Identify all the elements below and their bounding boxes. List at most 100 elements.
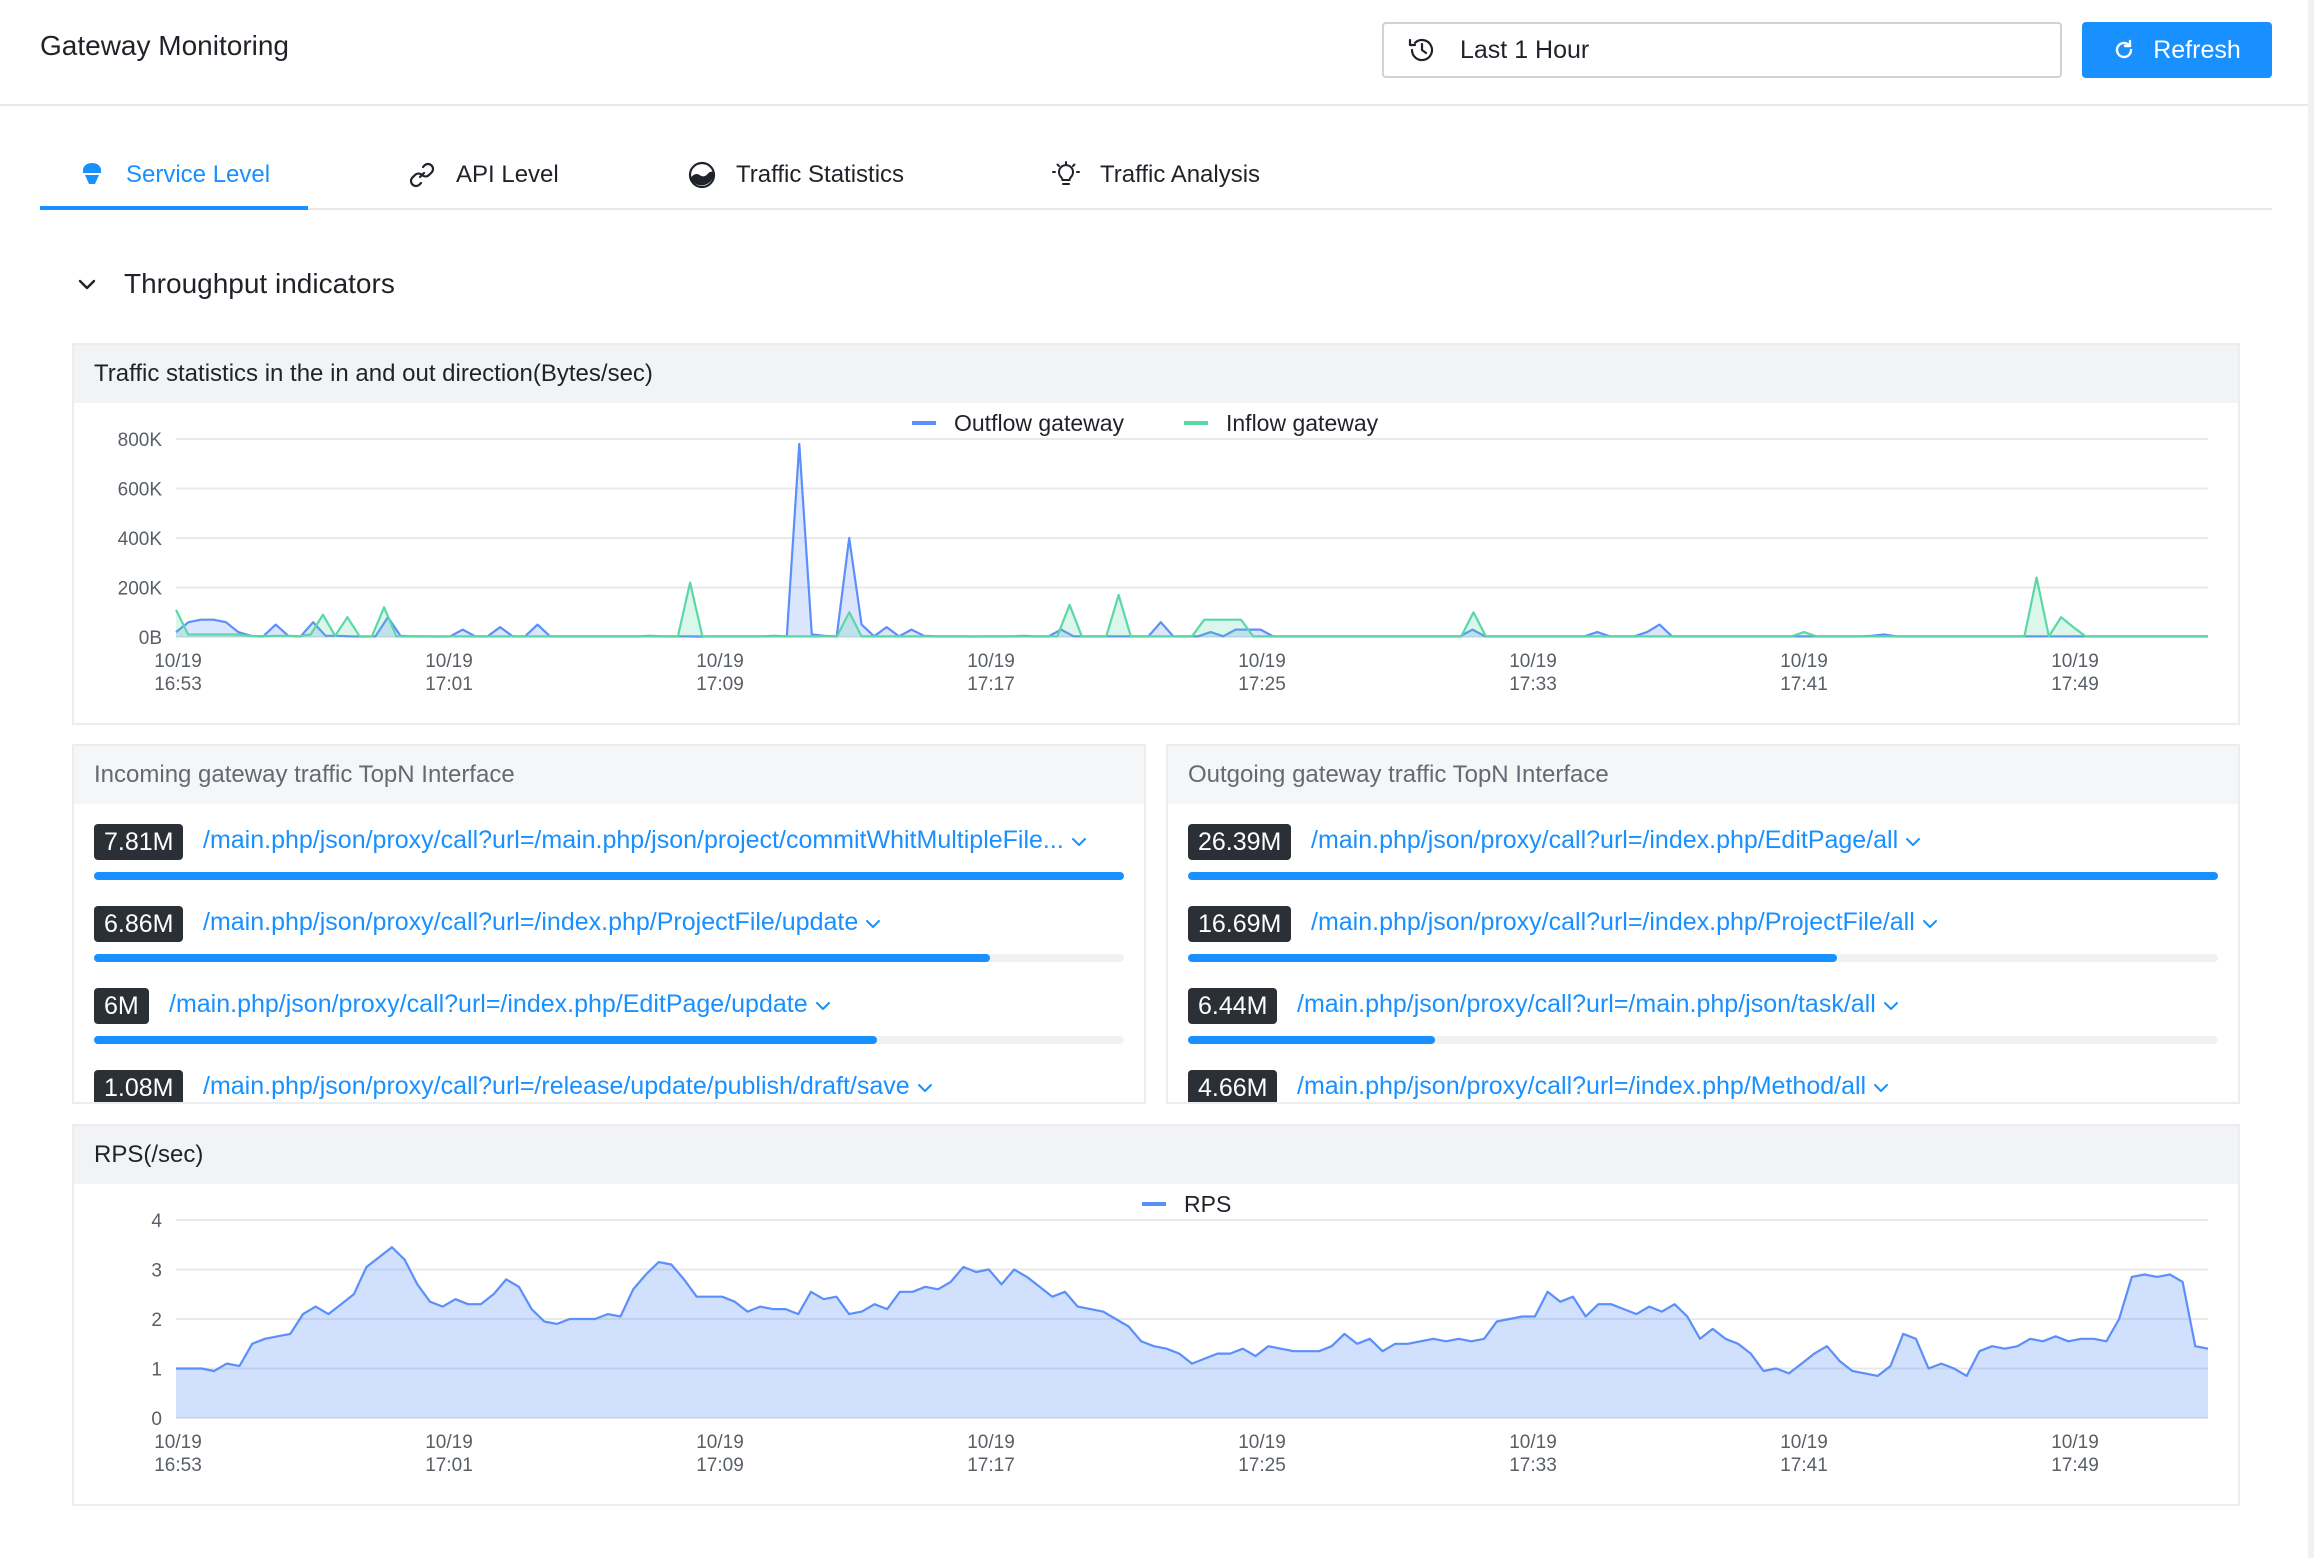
series-area <box>176 1247 2208 1418</box>
throughput-section-toggle[interactable]: Throughput indicators <box>74 268 395 300</box>
panel-title: Outgoing gateway traffic TopN Interface <box>1168 746 2238 804</box>
traffic-bar-track <box>94 954 1124 962</box>
panel-title: Traffic statistics in the in and out dir… <box>74 345 2238 403</box>
x-tick-label: 10/19 17:25 <box>1238 1432 1286 1476</box>
traffic-value-badge: 6M <box>94 988 149 1024</box>
tab-label: Traffic Statistics <box>736 161 905 188</box>
x-tick-label: 10/19 17:17 <box>967 651 1015 695</box>
series-line <box>175 576 2208 638</box>
legend-label[interactable]: Outflow gateway <box>954 410 1125 436</box>
interface-path-link[interactable]: /main.php/json/proxy/call?url=/index.php… <box>203 908 882 937</box>
outgoing-row: 4.66M/main.php/json/proxy/call?url=/inde… <box>1188 1070 2218 1102</box>
rps-panel: RPS(/sec) 0 1 2 3 4 10/19 16:53 10/19 17:01 10/19… <box>72 1124 2240 1506</box>
outgoing-topn-list: 26.39M/main.php/json/proxy/call?url=/ind… <box>1168 806 2238 1102</box>
outgoing-row: 6.44M/main.php/json/proxy/call?url=/main… <box>1188 988 2218 1070</box>
x-tick-label: 10/19 17:33 <box>1509 651 1557 695</box>
gauge-icon <box>688 161 716 189</box>
top-header: Gateway Monitoring Last 1 Hour Refresh <box>0 0 2314 106</box>
traffic-bar-fill <box>94 1036 877 1044</box>
chevron-down-icon <box>1874 1084 1889 1092</box>
y-tick-label: 1 <box>151 1360 162 1381</box>
interface-path-link[interactable]: /main.php/json/proxy/call?url=/index.php… <box>169 990 832 1019</box>
outgoing-row: 26.39M/main.php/json/proxy/call?url=/ind… <box>1188 824 2218 906</box>
time-range-select[interactable]: Last 1 Hour <box>1382 22 2062 78</box>
gateway-monitoring-page: Gateway Monitoring Last 1 Hour Refresh S <box>0 0 2314 1558</box>
incoming-row: 1.08M/main.php/json/proxy/call?url=/rele… <box>94 1070 1124 1102</box>
interface-path-text: /main.php/json/proxy/call?url=/index.php… <box>1297 1072 1867 1100</box>
x-tick-label: 10/19 17:41 <box>1780 1432 1828 1476</box>
y-tick-label: 600K <box>118 480 163 501</box>
chevron-down-icon <box>1071 838 1086 846</box>
panel-title: RPS(/sec) <box>74 1126 2238 1184</box>
traffic-bar-fill <box>1188 954 1837 962</box>
time-range-value: Last 1 Hour <box>1460 35 1590 64</box>
interface-path-text: /main.php/json/proxy/call?url=/index.php… <box>169 990 808 1018</box>
tab-label: API Level <box>456 161 559 188</box>
interface-path-link[interactable]: /main.php/json/proxy/call?url=/main.php/… <box>203 826 1088 855</box>
interface-path-text: /main.php/json/proxy/call?url=/index.php… <box>1311 908 1915 936</box>
incoming-topn-list: 7.81M/main.php/json/proxy/call?url=/main… <box>74 806 1144 1102</box>
x-tick-label: 10/19 17:17 <box>967 1432 1015 1476</box>
y-tick-label: 800K <box>118 430 163 451</box>
traffic-bar-track <box>1188 1036 2218 1044</box>
chevron-down-icon <box>815 1002 830 1010</box>
chevron-down-icon <box>1883 1002 1898 1010</box>
interface-path-text: /main.php/json/proxy/call?url=/main.php/… <box>203 826 1064 854</box>
interface-path-link[interactable]: /main.php/json/proxy/call?url=/release/u… <box>203 1072 934 1101</box>
tab-api-level[interactable]: API Level <box>406 140 559 210</box>
traffic-value-badge: 4.66M <box>1188 1070 1278 1102</box>
interface-path-text: /main.php/json/proxy/call?url=/index.php… <box>203 908 859 936</box>
x-tick-label: 10/19 16:53 <box>154 1432 202 1476</box>
traffic-bar-fill <box>94 954 991 962</box>
app-title: Gateway Monitoring <box>40 30 290 61</box>
tab-label: Traffic Analysis <box>1100 161 1261 188</box>
outgoing-row: 16.69M/main.php/json/proxy/call?url=/ind… <box>1188 906 2218 988</box>
y-tick-label: 3 <box>151 1261 162 1282</box>
y-tick-label: 400K <box>118 529 163 550</box>
interface-path-link[interactable]: /main.php/json/proxy/call?url=/index.php… <box>1311 908 1939 937</box>
legend-label[interactable]: Inflow gateway <box>1226 410 1379 436</box>
legend-label[interactable]: RPS <box>1184 1191 1231 1217</box>
traffic-chart: 0B 200K 400K 600K 800K 10/19 16:53 10/19 17:01 10… <box>118 410 2208 695</box>
series-line <box>175 442 2208 638</box>
x-tick-label: 10/19 17:41 <box>1780 651 1828 695</box>
tab-traffic-statistics[interactable]: Traffic Statistics <box>686 140 904 210</box>
traffic-value-badge: 6.86M <box>94 906 184 942</box>
interface-path-link[interactable]: /main.php/json/proxy/call?url=/index.php… <box>1297 1072 1890 1101</box>
traffic-value-badge: 6.44M <box>1188 988 1278 1024</box>
interface-path-link[interactable]: /main.php/json/proxy/call?url=/main.php/… <box>1297 990 1900 1019</box>
y-tick-label: 0B <box>139 628 162 649</box>
x-tick-label: 10/19 16:53 <box>154 651 202 695</box>
incoming-row: 6.86M/main.php/json/proxy/call?url=/inde… <box>94 906 1124 988</box>
interface-path-link[interactable]: /main.php/json/proxy/call?url=/index.php… <box>1311 826 1922 855</box>
y-tick-label: 0 <box>151 1409 162 1430</box>
tab-traffic-analysis[interactable]: Traffic Analysis <box>1050 140 1260 210</box>
traffic-bar-fill <box>1188 872 2218 880</box>
x-tick-label: 10/19 17:49 <box>2051 651 2099 695</box>
traffic-bar-fill <box>94 872 1124 880</box>
refresh-icon <box>2116 39 2133 59</box>
active-tab-indicator <box>40 206 308 210</box>
tab-service-level[interactable]: Service Level <box>76 140 270 210</box>
traffic-value-badge: 1.08M <box>94 1070 184 1102</box>
x-tick-label: 10/19 17:01 <box>425 1432 473 1476</box>
incoming-topn-panel: Incoming gateway traffic TopN Interface … <box>72 744 1146 1104</box>
chevron-down-icon <box>917 1084 932 1092</box>
service-level-icon <box>83 163 101 184</box>
traffic-value-badge: 16.69M <box>1188 906 1292 942</box>
history-icon <box>1408 38 1434 62</box>
x-tick-label: 10/19 17:49 <box>2051 1432 2099 1476</box>
interface-path-text: /main.php/json/proxy/call?url=/main.php/… <box>1297 990 1876 1018</box>
traffic-bar-track <box>94 872 1124 880</box>
y-tick-label: 4 <box>151 1211 162 1232</box>
x-tick-label: 10/19 17:33 <box>1509 1432 1557 1476</box>
incoming-row: 6M/main.php/json/proxy/call?url=/index.p… <box>94 988 1124 1070</box>
traffic-value-badge: 26.39M <box>1188 824 1292 860</box>
refresh-button[interactable]: Refresh <box>2082 22 2272 78</box>
incoming-row: 7.81M/main.php/json/proxy/call?url=/main… <box>94 824 1124 906</box>
outgoing-topn-panel: Outgoing gateway traffic TopN Interface … <box>1166 744 2240 1104</box>
interface-path-text: /main.php/json/proxy/call?url=/release/u… <box>203 1072 910 1100</box>
x-tick-label: 10/19 17:09 <box>696 1432 744 1476</box>
page-scrollbar[interactable] <box>2308 0 2314 1558</box>
traffic-bar-track <box>94 1036 1124 1044</box>
